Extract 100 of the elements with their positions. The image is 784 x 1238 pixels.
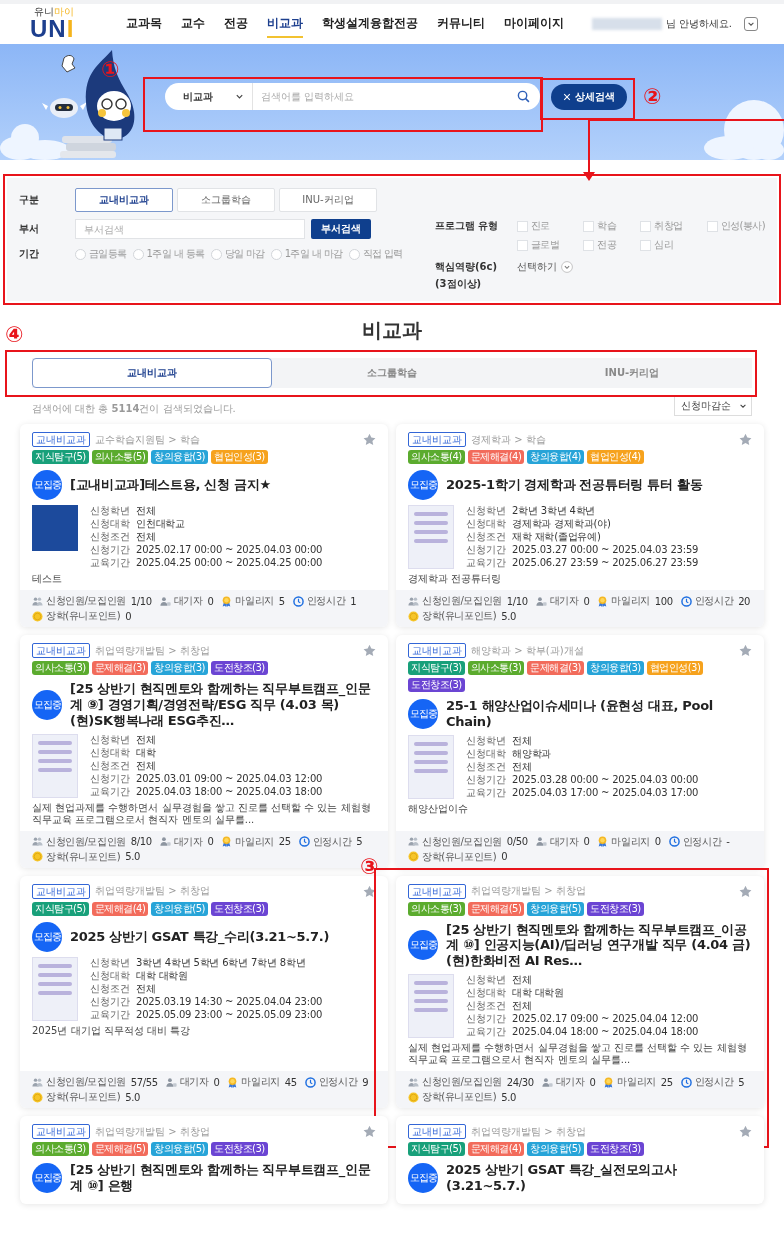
people-icon <box>408 1076 419 1088</box>
blurred-name <box>591 18 662 30</box>
star-icon[interactable] <box>363 884 376 898</box>
checkbox-label: 학습 <box>597 219 617 233</box>
star-icon[interactable] <box>739 884 752 898</box>
competency-tag: 창의융합(5) <box>527 1142 584 1157</box>
radio-label: 직접 입력 <box>362 247 403 261</box>
competency-select[interactable]: 선택하기 <box>517 260 573 274</box>
sort-select[interactable]: 신청마감순 <box>674 396 752 416</box>
competency-tag: 의사소통(5) <box>91 450 149 464</box>
program-card[interactable] <box>396 424 764 627</box>
category-tab[interactable]: INU-커리업 <box>279 188 377 212</box>
status-badge: 모집중 <box>408 930 438 961</box>
info-value: 전체 <box>136 759 157 772</box>
category-select[interactable]: 비교과 <box>165 83 253 110</box>
star-icon[interactable] <box>739 433 752 446</box>
program-title[interactable]: [25 상반기 현직멘토와 함께하는 직무부트캠프_인문계 ⑩] 은행 <box>70 1162 376 1194</box>
star-icon[interactable] <box>363 644 376 657</box>
people-icon <box>32 836 43 848</box>
program-card[interactable] <box>396 635 764 868</box>
info-label: 교육기간 <box>90 785 130 798</box>
info-value: 2025.03.27 00:00 ~ 2025.04.03 23:59 <box>512 544 699 556</box>
checkbox[interactable] <box>583 239 595 251</box>
tab[interactable]: 교내비교과 <box>32 358 272 388</box>
radio-button[interactable] <box>348 248 360 260</box>
stat-label: 인정시간 <box>306 594 346 608</box>
logo-wordmark[interactable]: UNI <box>30 17 75 41</box>
star-icon[interactable] <box>363 1125 376 1139</box>
program-title[interactable]: 2025 상반기 GSAT 특강_실전모의고사(3.21~5.7.) <box>446 1162 752 1194</box>
radio-button[interactable] <box>270 248 282 260</box>
nav-link[interactable]: 커뮤니티 <box>437 10 486 38</box>
info-value: 대학 대학원 <box>136 969 189 982</box>
search-icon[interactable] <box>517 90 530 103</box>
star-icon[interactable] <box>739 644 752 657</box>
search-field[interactable]: 검색어를 입력하세요 <box>253 83 540 110</box>
stat-value: 24/30 <box>506 1076 534 1088</box>
info-label: 신청학년 <box>90 956 130 969</box>
program-title[interactable]: [교내비교과]테스트용, 신청 금지★ <box>70 477 271 493</box>
status-badge: 모집중 <box>408 470 438 500</box>
clock-icon <box>680 1076 692 1088</box>
stat-label: 신청인원/모집인원 <box>422 594 502 608</box>
stat-label: 신청인원/모집인원 <box>422 1075 502 1090</box>
stat-value: 25 <box>278 836 291 848</box>
nav-link[interactable]: 비교과 <box>267 10 304 38</box>
person-icon <box>159 595 171 607</box>
close-icon <box>563 92 571 101</box>
stat-label: 장학(유니포인트) <box>46 609 121 623</box>
stat-label: 마일리지 <box>617 1075 656 1090</box>
program-card[interactable] <box>20 875 388 1109</box>
category-tab[interactable]: 교내비교과 <box>75 188 173 212</box>
user-menu-button[interactable] <box>744 17 758 31</box>
competency-tag: 협업인성(4) <box>587 450 644 464</box>
stat-value: 0 <box>589 1076 596 1088</box>
program-card[interactable]: 교내비교과 취업역량개발팀 > 취창업 의사소통(3) 문제해결(5) 창의융합(5) 도전창조(3) 모집중 [25 상반기 현직멘토와 함께하는 직무부트캠프_인문계 ⑩] 은행 <box>20 1116 388 1204</box>
checkbox[interactable] <box>517 239 528 251</box>
detail-search-button[interactable]: 상세검색 <box>551 83 627 110</box>
person-icon <box>159 836 171 848</box>
checkbox[interactable] <box>640 220 652 232</box>
program-title[interactable]: [25 상반기 현직멘토와 함께하는 직무부트캠프_인문계 ⑨] 경영기획/경영전략/ESG 직무 (4.03 목) (현)SK행복나래 ESG추진… <box>70 681 376 729</box>
checkbox[interactable] <box>640 239 652 251</box>
nav-link[interactable]: 마이페이지 <box>504 10 565 38</box>
radio-button[interactable] <box>132 248 144 260</box>
program-title[interactable]: 2025 상반기 GSAT 특강_수리(3.21~5.7.) <box>70 928 330 945</box>
department-path: 경제학과 > 학습 <box>471 432 546 447</box>
program-title[interactable]: [25 상반기 현직멘토와 함께하는 직무부트캠프_이공계 ⑩] 인공지능(AI)/딥러닝 연구개발 직무 (4.04 금) (현)한화비전 AI Res… <box>446 921 752 970</box>
competency-tag: 의사소통(3) <box>408 901 465 916</box>
info-label: 교육기간 <box>466 557 506 569</box>
department-search-button[interactable]: 부서검색 <box>311 219 371 239</box>
category-tab[interactable]: 소그룹학습 <box>177 188 275 212</box>
checkbox[interactable] <box>706 220 718 232</box>
department-field[interactable]: 부서검색 <box>75 219 305 239</box>
checkbox[interactable] <box>517 220 528 232</box>
info-label: 신청기간 <box>466 773 506 786</box>
stat-value: 1/10 <box>506 595 528 607</box>
stat-label: 신청인원/모집인원 <box>46 1075 126 1090</box>
competency-tag: 문제해결(4) <box>467 1142 525 1157</box>
stat-label: 마일리지 <box>235 834 274 849</box>
radio-button[interactable] <box>75 248 86 260</box>
star-icon[interactable] <box>363 433 376 446</box>
program-title[interactable]: 25-1 해양산업이슈세미나 (윤현성 대표, Pool Chain) <box>446 698 752 730</box>
nav-link[interactable]: 전공 <box>224 10 249 38</box>
info-label: 신청기간 <box>90 995 130 1008</box>
program-card[interactable] <box>20 424 388 627</box>
competency-tag: 지식탐구(5) <box>32 901 89 916</box>
clock-icon <box>680 595 692 607</box>
radio-button[interactable] <box>210 248 222 260</box>
stat-label: 장학(유니포인트) <box>422 849 497 864</box>
clock-icon <box>292 595 304 607</box>
nav-link[interactable]: 교수 <box>181 10 206 38</box>
stat-label: 인정시간 <box>694 1075 734 1090</box>
nav-link[interactable]: 교과목 <box>126 10 163 38</box>
star-icon[interactable] <box>739 1125 752 1139</box>
nav-link[interactable]: 학생설계융합전공 <box>322 10 419 38</box>
program-title[interactable]: 2025-1학기 경제학과 전공튜터링 튜터 활동 <box>446 477 703 493</box>
checkbox-label: 전공 <box>597 238 617 252</box>
checkbox[interactable] <box>583 220 595 232</box>
info-value: 전체 <box>136 531 157 543</box>
program-card[interactable] <box>396 875 764 1109</box>
stat-label: 마일리지 <box>235 594 274 608</box>
info-value: 경제학과 경제학과(야) <box>512 518 612 530</box>
